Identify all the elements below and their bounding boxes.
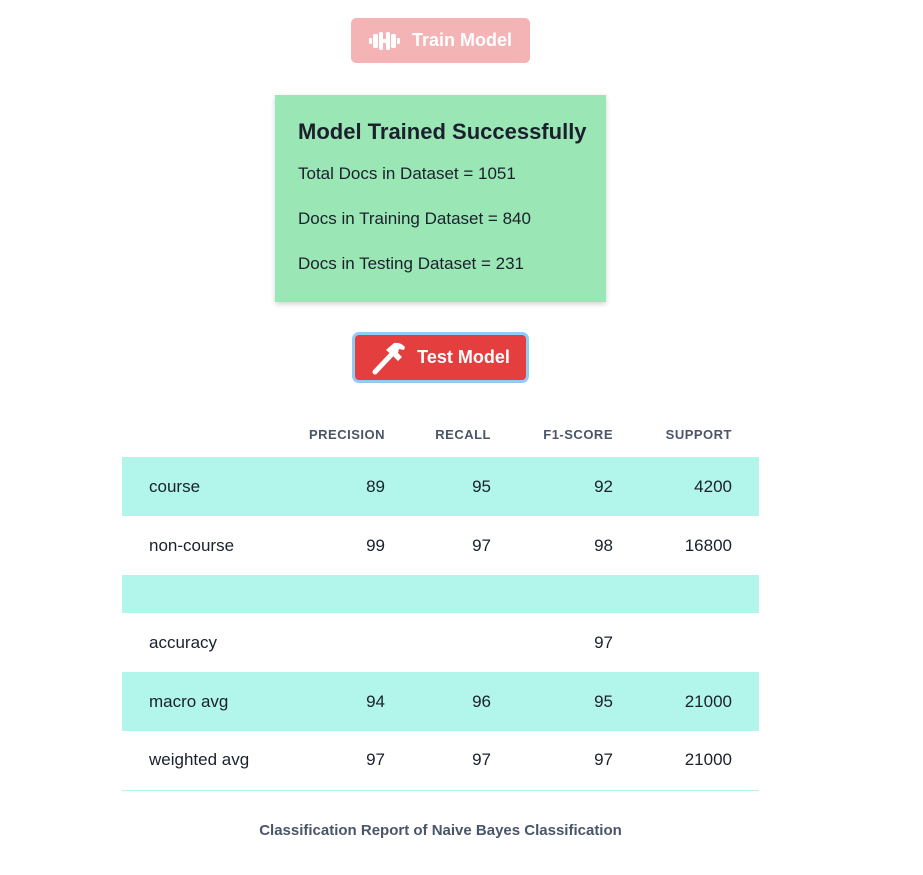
training-docs-text: Docs in Training Dataset = 840 [298,209,531,228]
support-cell: 16800 [684,535,732,555]
row-label: macro avg [122,672,287,731]
recall-cell [412,613,518,672]
column-header-f1-score: F1-SCORE [543,427,613,442]
row-label: course [122,457,287,516]
training-result-card: Model Trained Successfully Total Docs in… [275,95,606,302]
recall-cell [412,575,518,613]
recall-cell: 96 [412,672,518,731]
support-cell: 21000 [640,731,759,791]
train-model-label: Train Model [411,30,512,50]
recall-cell: 97 [472,535,491,555]
precision-cell: 97 [287,731,412,791]
f1-score-cell: 97 [518,731,640,791]
classification-report-table: PRECISION RECALL F1-SCORE SUPPORT course… [122,412,759,791]
row-label [122,575,287,613]
train-model-button[interactable]: Train Model [351,18,530,63]
test-model-button[interactable]: Test Model [352,332,529,383]
recall-cell: 95 [412,457,518,516]
table-row: course 89 95 92 4200 [122,457,759,516]
row-label: weighted avg [122,731,287,791]
precision-cell: 94 [287,672,412,731]
table-row: non-course 99 97 98 16800 [122,516,759,575]
table-row: accuracy 97 [122,613,759,672]
hammer-icon [371,341,407,375]
result-title: Model Trained Successfully [298,119,587,144]
precision-cell: 99 [366,535,385,555]
row-label: non-course [149,535,235,555]
table-row: macro avg 94 96 95 21000 [122,672,759,731]
f1-score-cell: 98 [594,535,613,555]
table-header-row: PRECISION RECALL F1-SCORE SUPPORT [122,412,759,457]
precision-cell [287,613,412,672]
support-cell: 4200 [640,457,759,516]
test-model-label: Test Model [417,347,510,367]
support-cell [640,613,759,672]
table-row-empty [122,575,759,613]
f1-score-cell: 97 [594,632,613,652]
support-cell [640,575,759,613]
column-header-precision: PRECISION [308,427,385,442]
precision-cell: 89 [287,457,412,516]
f1-score-cell: 95 [518,672,640,731]
dumbbell-icon [368,31,400,51]
f1-score-cell: 92 [518,457,640,516]
column-header-support: SUPPORT [665,427,732,442]
column-header-recall: RECALL [435,427,491,442]
row-label: accuracy [149,632,218,652]
recall-cell: 97 [412,731,518,791]
table-row: weighted avg 97 97 97 21000 [122,731,759,791]
table-caption: Classification Report of Naive Bayes Cla… [259,822,622,839]
f1-score-cell [518,575,640,613]
total-docs-text: Total Docs in Dataset = 1051 [298,164,516,183]
precision-cell [287,575,412,613]
testing-docs-text: Docs in Testing Dataset = 231 [298,254,525,273]
support-cell: 21000 [640,672,759,731]
column-header-label [122,412,287,457]
